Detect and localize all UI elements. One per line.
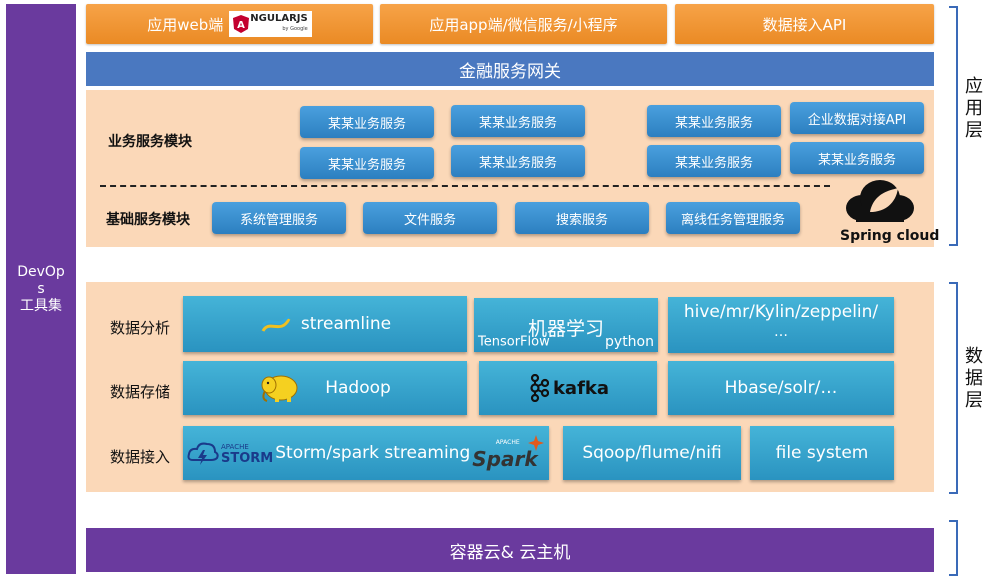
- ingest-row-label: 数据接入: [110, 448, 171, 466]
- python-label: python: [605, 334, 654, 350]
- data-api-label: 数据接入API: [762, 15, 847, 34]
- storage-row-label: 数据存储: [110, 383, 171, 401]
- angular-logo-text: NGULARJS: [250, 13, 308, 24]
- hive-box: hive/mr/Kylin/zeppelin/ …: [668, 297, 894, 353]
- storm-cloud-icon: [187, 442, 219, 465]
- apache-spark-logo: APACHE Spark: [472, 434, 544, 471]
- machine-learning-box: 机器学习 TensorFlow™ python: [474, 298, 658, 352]
- hive-line1: hive/mr/Kylin/zeppelin/: [683, 302, 879, 322]
- data-layer-char2: 据: [965, 368, 983, 389]
- web-client-box: 应用web端 A NGULARJS by Google: [86, 4, 373, 44]
- sqoop-label: Sqoop/flume/nifi: [582, 443, 722, 463]
- hadoop-elephant-icon: [261, 375, 298, 402]
- hive-line2: …: [774, 324, 788, 340]
- finance-gateway-bar: 金融服务网关: [86, 52, 934, 86]
- file-system-label: file system: [775, 443, 869, 463]
- spark-star-icon: [527, 434, 544, 451]
- apache-storm-logo: APACHE STORM: [221, 442, 274, 466]
- kafka-icon: [530, 374, 549, 402]
- business-service-5: 某某业务服务: [451, 145, 585, 177]
- hadoop-label: Hadoop: [325, 378, 391, 398]
- data-api-box: 数据接入API: [675, 4, 934, 44]
- streamline-box: streamline: [183, 296, 467, 352]
- hbase-box: Hbase/solr/…: [668, 361, 894, 415]
- app-layer-label: 应 用 层: [962, 74, 986, 144]
- enterprise-data-api: 企业数据对接API: [790, 102, 924, 134]
- file-system-box: file system: [750, 426, 894, 480]
- hbase-label: Hbase/solr/…: [724, 378, 838, 398]
- module-divider: [100, 185, 830, 187]
- app-layer-char3: 层: [965, 120, 983, 141]
- foundation-service-file: 文件服务: [363, 202, 497, 234]
- business-service-2: 某某业务服务: [451, 105, 585, 137]
- angular-logo-sub: by Google: [282, 26, 308, 32]
- data-layer-label: 数 据 层: [962, 344, 986, 414]
- devops-toolset-bar: DevOp s 工具集: [6, 4, 76, 574]
- devops-text-line1: DevOp: [17, 263, 65, 280]
- app-layer-char2: 用: [965, 98, 983, 119]
- app-layer-bracket: [949, 6, 958, 246]
- business-service-1: 某某业务服务: [300, 106, 434, 138]
- analysis-row-label: 数据分析: [110, 319, 171, 337]
- spring-cloud-label: Spring cloud: [840, 228, 940, 244]
- kafka-box: kafka: [479, 361, 657, 415]
- hadoop-box: Hadoop: [183, 361, 467, 415]
- data-layer-bracket: [949, 282, 958, 494]
- web-client-label: 应用web端: [147, 15, 224, 34]
- container-cloud-label: 容器云& 云主机: [449, 542, 571, 563]
- business-module-label: 业务服务模块: [108, 134, 192, 150]
- kafka-label: kafka: [552, 377, 610, 399]
- gateway-label: 金融服务网关: [459, 61, 561, 82]
- app-client-box: 应用app端/微信服务/小程序: [380, 4, 667, 44]
- foundation-module-label: 基础服务模块: [106, 212, 190, 228]
- sqoop-box: Sqoop/flume/nifi: [563, 426, 741, 480]
- foundation-service-system: 系统管理服务: [212, 202, 346, 234]
- foundation-service-offline: 离线任务管理服务: [666, 202, 800, 234]
- data-layer-char3: 层: [965, 390, 983, 411]
- spark-logo-text: Spark: [472, 446, 538, 471]
- infra-layer-bracket: [949, 520, 958, 576]
- foundation-service-search: 搜索服务: [515, 202, 649, 234]
- angular-shield-icon: A: [233, 15, 250, 33]
- data-layer-char1: 数: [965, 346, 983, 367]
- business-service-6: 某某业务服务: [647, 145, 781, 177]
- business-service-7: 某某业务服务: [790, 142, 924, 174]
- spring-cloud-icon: [846, 180, 914, 222]
- svg-text:A: A: [237, 20, 245, 31]
- app-layer-char1: 应: [965, 76, 983, 97]
- tensorflow-tm: ™: [549, 334, 557, 342]
- tensorflow-label: TensorFlow: [478, 334, 550, 350]
- storm-spark-label: Storm/spark streaming: [275, 443, 471, 463]
- devops-text-line3: 工具集: [20, 297, 62, 314]
- angularjs-logo: A NGULARJS by Google: [229, 11, 312, 37]
- storm-spark-box: APACHE STORM Storm/spark streaming APACH…: [183, 426, 549, 480]
- tensorflow-text: TensorFlow™: [478, 334, 557, 349]
- devops-text-line2: s: [37, 280, 45, 297]
- storm-logo-text: STORM: [221, 451, 274, 466]
- business-service-4: 某某业务服务: [300, 147, 434, 179]
- app-client-label: 应用app端/微信服务/小程序: [429, 15, 618, 34]
- container-cloud-bar: 容器云& 云主机: [86, 528, 934, 572]
- streamline-label: streamline: [300, 314, 392, 334]
- business-service-3: 某某业务服务: [647, 105, 781, 137]
- spring-cloud-logo: Spring cloud: [840, 178, 940, 244]
- streamline-icon: [261, 314, 291, 332]
